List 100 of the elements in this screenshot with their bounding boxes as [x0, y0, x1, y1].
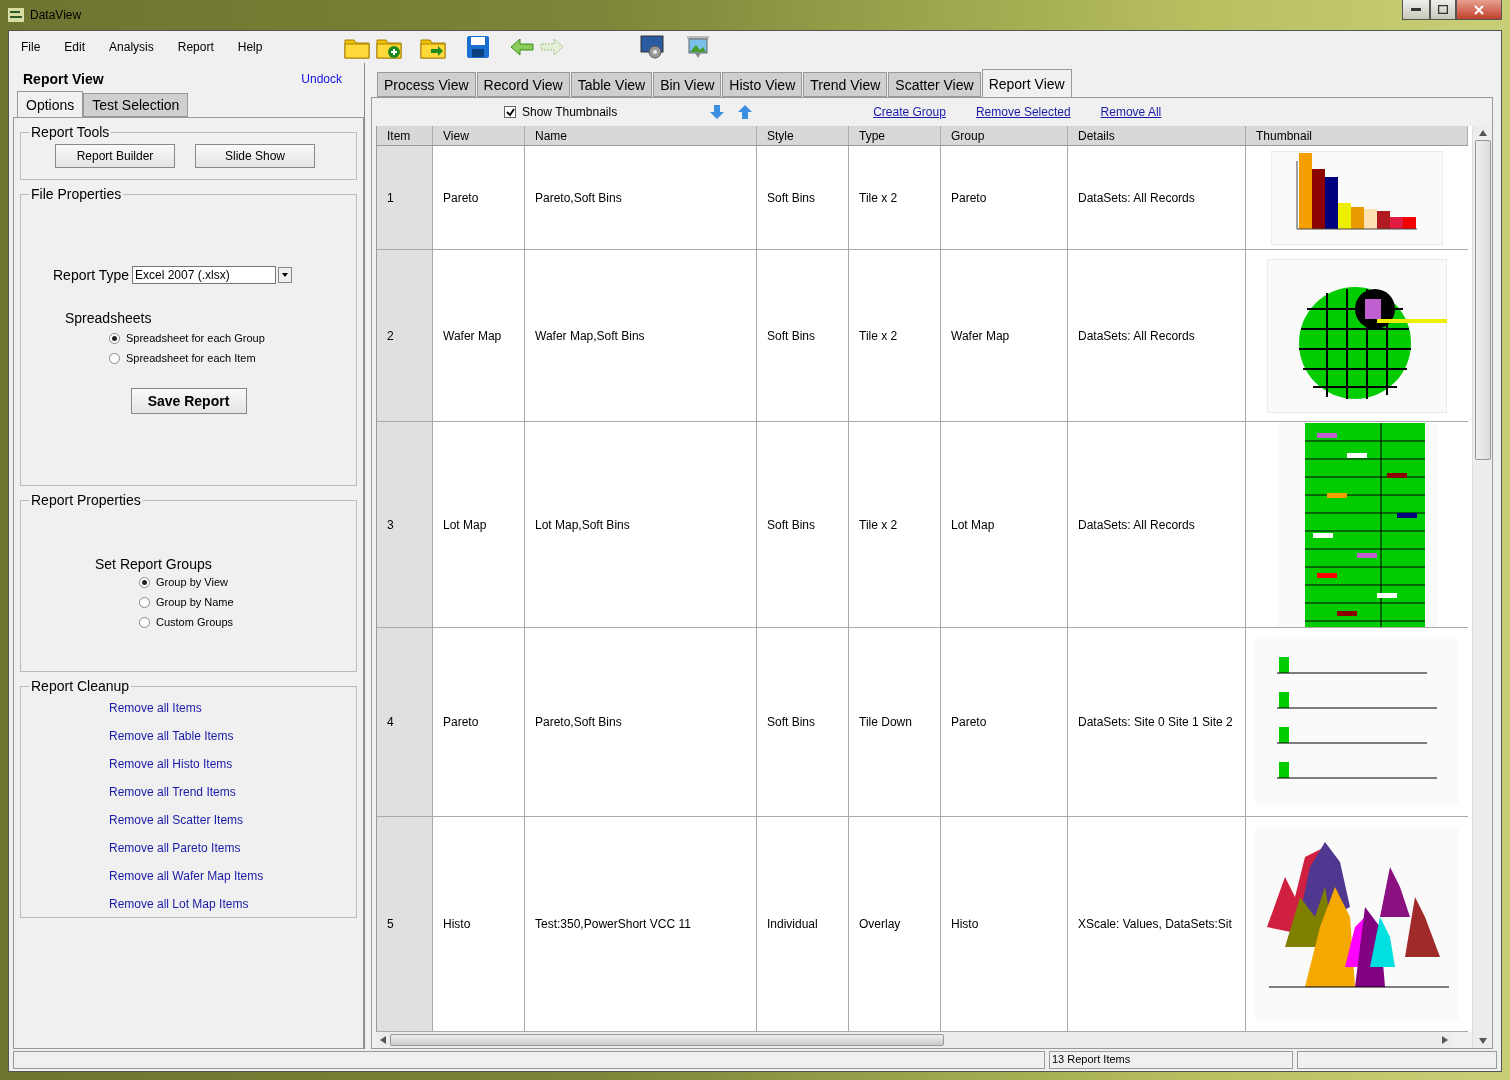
column-header[interactable]: Details	[1068, 126, 1246, 146]
table-cell: Tile x 2	[849, 250, 941, 422]
vertical-scrollbar[interactable]	[1472, 126, 1492, 1048]
close-button[interactable]	[1456, 0, 1502, 20]
table-cell: Histo	[433, 817, 525, 1032]
cleanup-link[interactable]: Remove all Wafer Map Items	[29, 862, 264, 890]
horizontal-scrollbar[interactable]	[376, 1032, 1452, 1048]
table-cell: Pareto	[433, 146, 525, 250]
undock-link[interactable]: Undock	[301, 72, 342, 86]
table-cell: DataSets: All Records	[1068, 146, 1246, 250]
cleanup-link[interactable]: Remove all Histo Items	[29, 750, 233, 778]
table-cell: Lot Map	[941, 422, 1068, 628]
column-header[interactable]: Type	[849, 126, 941, 146]
monitor-gear-icon[interactable]	[640, 34, 667, 60]
radio-option[interactable]: Spreadsheet for each Item	[109, 348, 348, 368]
tool-button[interactable]: Report Builder	[55, 144, 175, 168]
back-arrow-icon[interactable]	[510, 38, 535, 56]
table-cell: 3	[377, 422, 433, 628]
menu-item[interactable]: Help	[225, 40, 275, 54]
maximize-button[interactable]	[1430, 0, 1456, 20]
radio-option[interactable]: Spreadsheet for each Group	[109, 328, 348, 348]
field-label: Report Type	[53, 267, 129, 283]
column-header[interactable]: Item	[377, 126, 433, 146]
status-text: 13 Report Items	[1049, 1051, 1293, 1069]
column-header[interactable]: View	[433, 126, 525, 146]
table-cell: Pareto	[941, 628, 1068, 817]
view-tab[interactable]: Bin View	[653, 72, 722, 97]
table-cell: Test:350,PowerShort VCC 11	[525, 817, 757, 1032]
cleanup-link[interactable]: Remove all Scatter Items	[29, 806, 244, 834]
view-tab[interactable]: Record View	[476, 72, 570, 97]
scroll-right-icon[interactable]	[1442, 1036, 1448, 1044]
view-tab[interactable]: Trend View	[803, 72, 888, 97]
app-logo-icon	[8, 8, 24, 22]
view-tab[interactable]: Histo View	[722, 72, 803, 97]
menu-item[interactable]: Analysis	[97, 40, 166, 54]
menu-item[interactable]: Report	[165, 40, 226, 54]
section-label: Set Report Groups	[95, 556, 212, 572]
view-tab[interactable]: Scatter View	[888, 72, 981, 97]
column-header[interactable]: Group	[941, 126, 1068, 146]
table-cell: Tile Down	[849, 628, 941, 817]
table-cell: 2	[377, 250, 433, 422]
table-cell: Tile x 2	[849, 146, 941, 250]
table-cell: Wafer Map	[941, 250, 1068, 422]
section-label: Spreadsheets	[65, 310, 152, 326]
view-tab[interactable]: Process View	[377, 72, 476, 97]
table-cell: Soft Bins	[757, 628, 849, 817]
view-tab[interactable]: Report View	[981, 69, 1072, 97]
menu-item[interactable]: File	[9, 40, 53, 54]
dropdown-button[interactable]	[278, 267, 292, 283]
scroll-down-icon[interactable]	[1478, 1038, 1487, 1044]
table-cell: Pareto	[941, 146, 1068, 250]
panel-tab[interactable]: Options	[17, 91, 84, 117]
picture-frame-icon[interactable]	[686, 35, 711, 59]
group-title: Report Tools	[30, 124, 111, 140]
view-tab[interactable]: Table View	[570, 72, 653, 97]
tool-button[interactable]: Slide Show	[195, 144, 315, 168]
move-down-icon[interactable]	[709, 104, 726, 120]
cleanup-link[interactable]: Remove all Table Items	[29, 722, 234, 750]
table-cell: Wafer Map,Soft Bins	[525, 250, 757, 422]
radio-option[interactable]: Group by View	[139, 572, 348, 592]
action-link[interactable]: Create Group	[873, 105, 946, 119]
show-thumbnails-checkbox[interactable]: Show Thumbnails	[504, 105, 618, 119]
column-header[interactable]: Style	[757, 126, 849, 146]
table-cell: 4	[377, 628, 433, 817]
scroll-up-icon[interactable]	[1478, 130, 1487, 136]
menu-item[interactable]: Edit	[52, 40, 98, 54]
column-header[interactable]: Thumbnail	[1246, 126, 1468, 146]
cleanup-link[interactable]: Remove all Pareto Items	[29, 834, 241, 862]
table-cell: 5	[377, 817, 433, 1032]
minimize-icon	[1411, 7, 1421, 12]
table-cell: Individual	[757, 817, 849, 1032]
maximize-icon	[1438, 5, 1448, 14]
radio-option[interactable]: Group by Name	[139, 592, 348, 612]
panel-title: Report View	[23, 71, 104, 87]
cleanup-link[interactable]: Remove all Trend Items	[29, 778, 236, 806]
table-cell: Pareto	[433, 628, 525, 817]
panel-tab[interactable]: Test Selection	[83, 93, 189, 117]
cleanup-link[interactable]: Remove all Lot Map Items	[29, 890, 249, 918]
table-cell: Soft Bins	[757, 422, 849, 628]
group-title: File Properties	[30, 186, 123, 202]
close-icon	[1474, 4, 1484, 15]
cleanup-link[interactable]: Remove all Items	[29, 694, 202, 722]
column-header[interactable]: Name	[525, 126, 757, 146]
table-cell: XScale: Values, DataSets:Sit	[1068, 817, 1246, 1032]
radio-option[interactable]: Custom Groups	[139, 612, 348, 632]
save-icon[interactable]	[466, 35, 491, 59]
move-up-icon[interactable]	[737, 104, 754, 120]
table-cell: DataSets: All Records	[1068, 422, 1246, 628]
minimize-button[interactable]	[1402, 0, 1430, 20]
table-cell: Soft Bins	[757, 250, 849, 422]
action-link[interactable]: Remove All	[1100, 105, 1162, 119]
group-title: Report Properties	[30, 492, 142, 508]
save-report-button[interactable]: Save Report	[130, 388, 247, 414]
table-cell: Pareto,Soft Bins	[525, 628, 757, 817]
table-cell: Tile x 2	[849, 422, 941, 628]
scroll-left-icon[interactable]	[380, 1036, 386, 1044]
report-type-dropdown[interactable]: Excel 2007 (.xlsx)	[132, 266, 276, 284]
table-cell: Soft Bins	[757, 146, 849, 250]
action-link[interactable]: Remove Selected	[975, 105, 1071, 119]
table-cell: Lot Map	[433, 422, 525, 628]
